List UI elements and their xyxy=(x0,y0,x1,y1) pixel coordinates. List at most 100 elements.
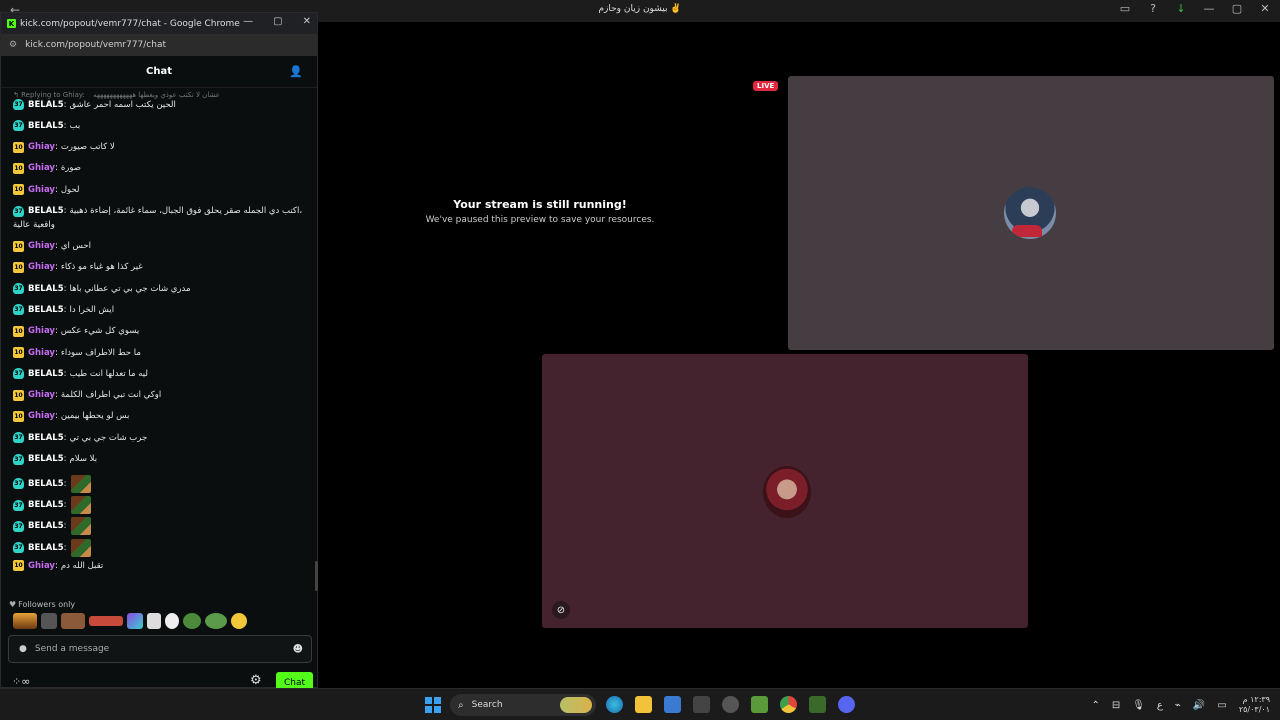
close-icon[interactable]: ✕ xyxy=(1258,2,1272,15)
nvidia-icon[interactable] xyxy=(751,696,768,713)
chat-username[interactable]: BELAL5 xyxy=(28,543,64,553)
chat-username[interactable]: Ghiay xyxy=(28,142,55,152)
username-separator: : xyxy=(54,142,58,153)
maximize-icon[interactable]: ▢ xyxy=(1230,2,1244,15)
taskbar-search[interactable]: ⌕ Search xyxy=(450,694,596,716)
clock-time: ١٢:٣٩ م xyxy=(1242,695,1270,704)
tray-overflow-icon[interactable]: ⌃ xyxy=(1091,700,1099,711)
chat-username[interactable]: BELAL5 xyxy=(28,500,64,510)
chat-message[interactable]: 37 BELAL5: اكتب دي الجمله صقر يحلق فوق الج… xyxy=(13,205,302,217)
chat-message[interactable]: 10 Ghiay: لحول xyxy=(13,184,80,196)
chat-message[interactable]: 10 Ghiay: احس اي xyxy=(13,240,92,252)
chat-message[interactable]: 37 BELAL5: ايش الخرا دا xyxy=(13,304,115,316)
chat-message[interactable]: 10 Ghiay: يسوي كل شيء عكس xyxy=(13,325,139,337)
help-icon[interactable]: ? xyxy=(1146,2,1160,15)
chat-username[interactable]: Ghiay xyxy=(28,185,55,195)
chat-username[interactable]: BELAL5 xyxy=(28,433,64,443)
chat-message[interactable]: 37 BELAL5: ليه ما تعدلها انت طيب xyxy=(13,368,148,380)
windows-start-icon[interactable] xyxy=(425,697,441,713)
chat-message[interactable]: 10 Ghiay: غير كذا هو غباء مو ذكاء xyxy=(13,261,143,273)
chat-tools-icon[interactable]: ⁘∞ xyxy=(12,675,30,688)
chat-message[interactable]: 37 BELAL5: الحين يكتب اسمه احمر عاشق xyxy=(13,99,176,110)
emote-3[interactable] xyxy=(61,613,85,629)
chat-message[interactable]: 10 Ghiay: تقبل الله دم xyxy=(13,560,103,571)
app-target-icon[interactable] xyxy=(722,696,739,713)
emote-9[interactable] xyxy=(205,613,227,629)
microphone-icon[interactable]: 🎙 xyxy=(1132,700,1145,711)
chat-username[interactable]: Ghiay xyxy=(28,241,55,251)
emote-8[interactable] xyxy=(183,613,201,629)
chat-username[interactable]: Ghiay xyxy=(28,561,55,571)
file-explorer-icon[interactable] xyxy=(635,696,652,713)
taskbar-clock[interactable]: ١٢:٣٩ م ٢٥/٠٣/٠١ xyxy=(1239,695,1270,715)
chat-message[interactable]: 37 BELAL5: جرب شات جي بي تي xyxy=(13,432,147,444)
popout-url[interactable]: kick.com/popout/vemr777/chat xyxy=(25,40,166,50)
chat-username[interactable]: BELAL5 xyxy=(28,100,64,110)
tray-app-icon[interactable]: ⊟ xyxy=(1112,700,1120,711)
language-indicator[interactable]: ع xyxy=(1157,700,1163,711)
emoji-picker-icon[interactable]: ☻ xyxy=(293,644,303,655)
emote-2[interactable] xyxy=(41,613,57,629)
volume-icon[interactable]: 🔊 xyxy=(1193,700,1205,711)
chat-username[interactable]: BELAL5 xyxy=(28,479,64,489)
popout-address-bar[interactable]: ⚙ kick.com/popout/vemr777/chat xyxy=(1,34,317,56)
chat-message[interactable]: 10 Ghiay: ما حط الاطراف سوداء xyxy=(13,347,141,358)
app-cube-icon[interactable] xyxy=(693,696,710,713)
chat-username[interactable]: BELAL5 xyxy=(28,521,64,531)
popout-maximize-icon[interactable]: ▢ xyxy=(273,16,282,27)
network-icon[interactable]: ⌁ xyxy=(1175,700,1181,711)
chat-username[interactable]: Ghiay xyxy=(28,262,55,272)
chat-username[interactable]: BELAL5 xyxy=(28,206,64,216)
chat-username[interactable]: BELAL5 xyxy=(28,369,64,379)
emote-10[interactable] xyxy=(231,613,247,629)
store-icon[interactable] xyxy=(664,696,681,713)
chat-message-text: اوكي انت تبي اطراف الكلمة xyxy=(60,390,162,401)
username-separator: : xyxy=(54,241,58,251)
popout-minimize-icon[interactable]: — xyxy=(243,16,253,27)
chat-message[interactable]: 37 BELAL5: xyxy=(13,538,91,557)
chat-username[interactable]: BELAL5 xyxy=(28,121,64,131)
emote-1[interactable] xyxy=(13,613,37,629)
chat-message[interactable]: 37 BELAL5: بب xyxy=(13,120,80,132)
users-icon[interactable]: 👤 xyxy=(289,65,303,78)
emote-7[interactable] xyxy=(165,613,179,629)
chat-message[interactable]: 37 BELAL5: بلا سلام xyxy=(13,453,97,465)
chess-icon[interactable] xyxy=(809,696,826,713)
chat-message-text: تقبل الله دم xyxy=(60,560,104,571)
chat-username[interactable]: BELAL5 xyxy=(28,454,64,464)
edge-icon[interactable] xyxy=(606,696,623,713)
chat-message[interactable]: 37 BELAL5: xyxy=(13,496,91,515)
chat-username[interactable]: Ghiay xyxy=(28,348,55,358)
chat-username[interactable]: Ghiay xyxy=(28,163,55,173)
chat-message[interactable]: 10 Ghiay: صورة xyxy=(13,162,81,174)
chat-username[interactable]: Ghiay xyxy=(28,326,55,336)
chat-message[interactable]: 10 Ghiay: اوكي انت تبي اطراف الكلمة xyxy=(13,389,162,401)
emote-4[interactable] xyxy=(89,616,123,626)
message-input[interactable] xyxy=(34,644,293,654)
chat-message[interactable]: 37 BELAL5: xyxy=(13,517,91,536)
chat-message[interactable]: 37 BELAL5: مدري شات جي بي تي عطاني باها xyxy=(13,283,191,295)
chat-settings-gear-icon[interactable]: ⚙ xyxy=(250,673,262,688)
popout-close-icon[interactable]: ✕ xyxy=(303,16,311,27)
emote-5[interactable] xyxy=(127,613,143,629)
chat-message-text: احس اي xyxy=(60,241,92,251)
chat-message-text: ايش الخرا دا xyxy=(69,304,115,315)
chat-input-icon[interactable]: ● xyxy=(19,644,27,654)
discord-icon[interactable] xyxy=(838,696,855,713)
chat-username[interactable]: Ghiay xyxy=(28,390,55,400)
chat-message[interactable]: 10 Ghiay: لا كاتب صيورت xyxy=(13,141,115,153)
chat-message[interactable]: 37 BELAL5: xyxy=(13,474,91,493)
screen-share-icon[interactable]: ▭ xyxy=(1118,2,1132,15)
battery-icon[interactable]: ▭ xyxy=(1217,700,1226,711)
chat-username[interactable]: BELAL5 xyxy=(28,284,64,294)
emote-6[interactable] xyxy=(147,613,161,629)
chat-username[interactable]: Ghiay xyxy=(28,411,55,421)
site-settings-icon[interactable]: ⚙ xyxy=(9,40,17,50)
chat-message[interactable]: 10 Ghiay: بس لو يحطها بيمين xyxy=(13,410,129,422)
chat-username[interactable]: BELAL5 xyxy=(28,305,64,315)
minimize-icon[interactable]: — xyxy=(1202,2,1216,15)
chat-message-list[interactable]: ↰ Replying to Ghiay: عشان لا تكتب عوذي و… xyxy=(1,89,317,589)
download-icon[interactable]: ↓ xyxy=(1174,2,1188,15)
chrome-icon[interactable] xyxy=(780,696,797,713)
chat-scrollbar[interactable] xyxy=(315,561,318,591)
